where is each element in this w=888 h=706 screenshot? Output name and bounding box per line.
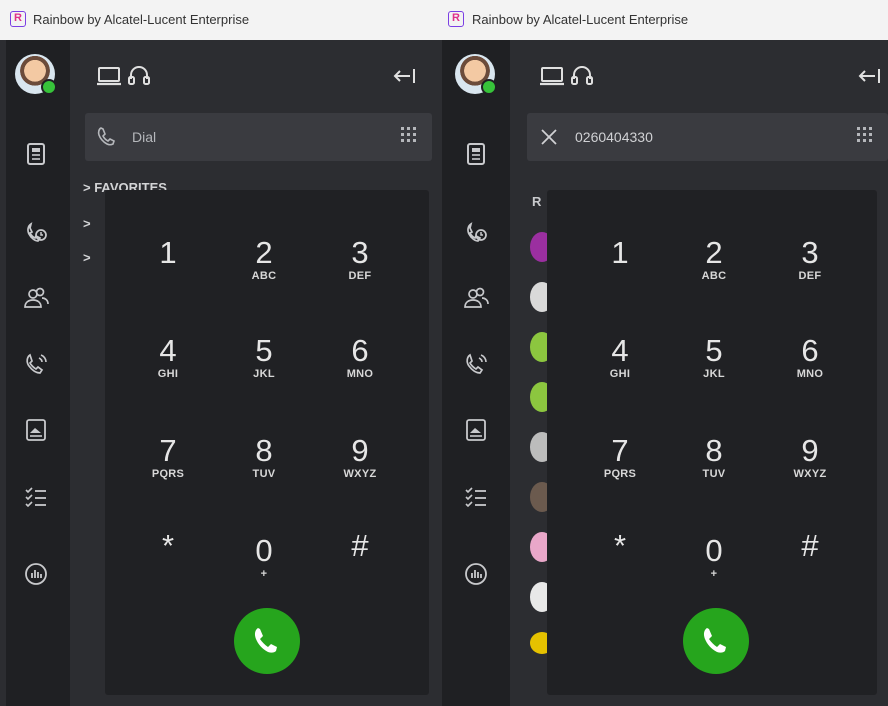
key-7[interactable]: 7 PQRS <box>575 430 665 510</box>
telephony-panel: Dial > FAVORITES > > 1 2 ABC 3 DEF 4 GHI 5J… <box>70 40 442 706</box>
key-3[interactable]: 3 DEF <box>315 232 405 312</box>
key-hash[interactable]: # <box>315 525 405 605</box>
collapse-panel-icon[interactable] <box>855 61 885 91</box>
headset-icon[interactable] <box>124 61 154 91</box>
dialpad-icon[interactable] <box>398 125 420 147</box>
status-online-icon <box>41 79 57 95</box>
tasks-icon[interactable] <box>462 484 490 512</box>
key-6[interactable]: 6 MNO <box>765 330 855 410</box>
files-icon[interactable] <box>462 416 490 444</box>
window-right: R Rainbow by Alcatel-Lucent Enterprise 0… <box>442 0 888 706</box>
section-collapsed[interactable]: > <box>83 250 91 265</box>
telephony-panel: 0260404330 R 1 2 ABC 3 DEF 4 GHI 5 JKL 6 MNO … <box>510 40 888 706</box>
news-icon[interactable] <box>22 140 50 168</box>
section-collapsed[interactable]: > <box>83 216 91 231</box>
title-bar: R Rainbow by Alcatel-Lucent Enterprise <box>0 0 442 40</box>
computer-icon[interactable] <box>94 61 124 91</box>
news-icon[interactable] <box>462 140 490 168</box>
call-button[interactable] <box>683 608 749 674</box>
collapse-panel-icon[interactable] <box>390 61 420 91</box>
analytics-icon[interactable] <box>22 560 50 588</box>
call-button[interactable] <box>234 608 300 674</box>
key-2[interactable]: 2 ABC <box>669 232 759 312</box>
contacts-icon[interactable] <box>22 284 50 312</box>
side-rail <box>6 40 70 706</box>
window-left: R Rainbow by Alcatel-Lucent Enterprise D… <box>0 0 442 706</box>
keypad: 1 2 ABC 3 DEF 4 GHI 5 JKL 6 MNO 7 PQRS 8 TUV 9W… <box>547 190 877 695</box>
rainbow-logo-icon: R <box>448 11 464 27</box>
side-rail <box>442 40 510 706</box>
key-8[interactable]: 8 TUV <box>219 430 309 510</box>
key-4[interactable]: 4 GHI <box>123 330 213 410</box>
key-8[interactable]: 8 TUV <box>669 430 759 510</box>
key-1[interactable]: 1 <box>123 232 213 312</box>
key-2[interactable]: 2 ABC <box>219 232 309 312</box>
contacts-icon[interactable] <box>462 284 490 312</box>
phone-icon <box>703 628 726 653</box>
window-title: Rainbow by Alcatel-Lucent Enterprise <box>33 12 250 27</box>
key-1[interactable]: 1 <box>575 232 665 312</box>
dialpad-icon[interactable] <box>854 125 876 147</box>
computer-icon[interactable] <box>537 61 567 91</box>
user-avatar[interactable] <box>15 54 57 95</box>
key-0[interactable]: 0 + <box>669 530 759 610</box>
title-bar: R Rainbow by Alcatel-Lucent Enterprise <box>442 0 888 40</box>
key-star[interactable]: * <box>575 525 665 605</box>
rainbow-logo-icon: R <box>10 11 26 27</box>
files-icon[interactable] <box>22 416 50 444</box>
calls-history-icon[interactable] <box>22 218 50 246</box>
keypad: 1 2 ABC 3 DEF 4 GHI 5 JKL 6 MNO 7 PQRS 8 TUV 9W… <box>105 190 429 695</box>
key-9[interactable]: 9 WXYZ <box>765 430 855 510</box>
tasks-icon[interactable] <box>22 484 50 512</box>
calls-history-icon[interactable] <box>462 218 490 246</box>
phone-icon <box>95 125 119 149</box>
dial-value: 0260404330 <box>575 129 653 145</box>
dial-placeholder: Dial <box>132 129 157 145</box>
key-6[interactable]: 6 MNO <box>315 330 405 410</box>
key-hash[interactable]: # <box>765 525 855 605</box>
voicemail-icon[interactable] <box>462 350 490 378</box>
key-4[interactable]: 4 GHI <box>575 330 665 410</box>
clear-icon[interactable] <box>537 125 561 149</box>
analytics-icon[interactable] <box>462 560 490 588</box>
headset-icon[interactable] <box>567 61 597 91</box>
key-star[interactable]: * <box>123 525 213 605</box>
user-avatar[interactable] <box>455 54 497 95</box>
window-title: Rainbow by Alcatel-Lucent Enterprise <box>472 12 689 27</box>
results-header: R <box>532 194 542 209</box>
dial-input[interactable]: Dial <box>85 113 432 161</box>
dial-input[interactable]: 0260404330 <box>527 113 888 161</box>
voicemail-icon[interactable] <box>22 350 50 378</box>
key-7[interactable]: 7 PQRS <box>123 430 213 510</box>
key-9[interactable]: 9 WXYZ <box>315 430 405 510</box>
key-5[interactable]: 5 JKL <box>669 330 759 410</box>
key-3[interactable]: 3 DEF <box>765 232 855 312</box>
key-0[interactable]: 0 + <box>219 530 309 610</box>
key-5[interactable]: 5 JKL <box>219 330 309 410</box>
status-online-icon <box>481 79 497 95</box>
phone-icon <box>254 628 277 653</box>
